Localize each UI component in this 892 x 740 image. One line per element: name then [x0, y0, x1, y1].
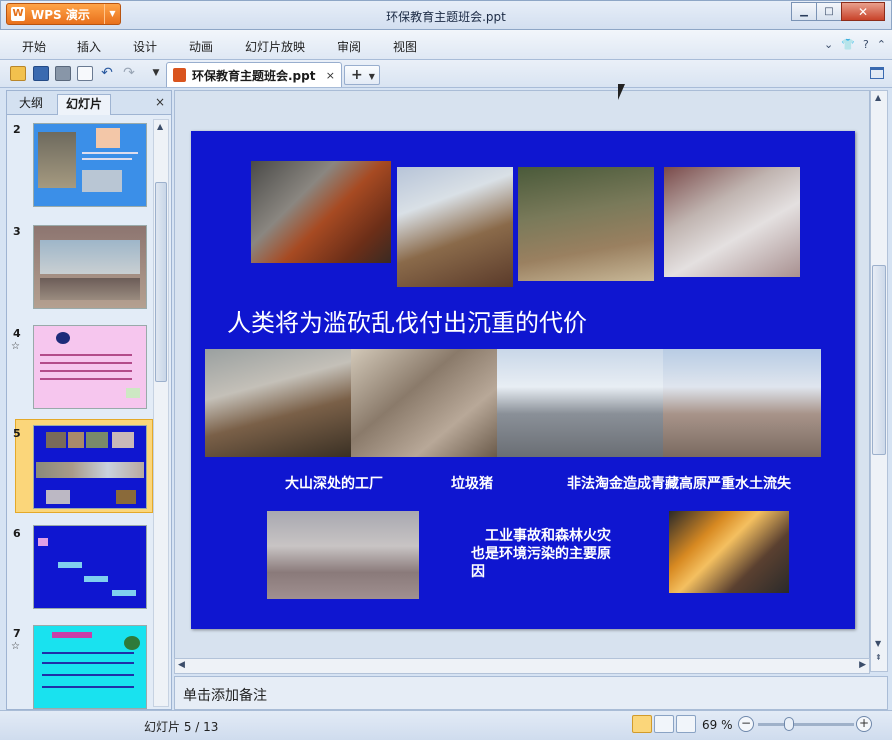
window-title: 环保教育主题班会.ppt — [386, 10, 506, 24]
menu-right-icons: ⌄ 👕 ? ⌃ — [824, 38, 886, 51]
caption-accident: 工业事故和森林火灾也是环境污染的主要原因 — [471, 528, 611, 580]
scroll-up-icon[interactable]: ▲ — [157, 122, 163, 131]
thumbnail-number: 7 — [13, 627, 21, 640]
slide-thumbnail-2[interactable] — [33, 123, 147, 207]
zoom-in-button[interactable]: + — [856, 716, 872, 732]
prev-slide-icon[interactable]: ⇞ — [875, 653, 882, 662]
slide-thumbnail-3[interactable] — [33, 225, 147, 309]
undo-icon[interactable]: ↶ — [99, 66, 115, 81]
current-slide[interactable]: 人类将为滥砍乱伐付出沉重的代价 大山深处的工厂 垃圾猪 非法淘金造成青藏高原严重… — [191, 131, 855, 629]
thumbnail-number: 6 — [13, 527, 21, 540]
ribbon-toggle-icon[interactable]: ⌃ — [877, 38, 886, 51]
print-preview-icon[interactable] — [77, 66, 93, 81]
ppt-file-icon — [173, 68, 186, 82]
new-tab-button[interactable]: + ▼ — [344, 65, 380, 85]
caption-pig: 垃圾猪 — [451, 476, 493, 492]
scroll-left-icon[interactable]: ◀ — [178, 660, 185, 670]
photo-plateau-erosion — [663, 349, 821, 457]
photo-factory-smoke — [205, 349, 351, 457]
menu-animation[interactable]: 动画 — [189, 38, 213, 55]
menu-insert[interactable]: 插入 — [77, 38, 101, 55]
toolbar-more-icon[interactable]: ▼ — [148, 66, 164, 81]
menu-view[interactable]: 视图 — [393, 38, 417, 55]
title-bar: W WPS 演示 ▼ 环保教育主题班会.ppt ▁ □ ✕ — [0, 0, 892, 30]
redo-icon[interactable]: ↷ — [121, 66, 137, 81]
photo-woman-clearcut — [397, 167, 513, 287]
photo-snow-workers — [664, 167, 800, 277]
menu-review[interactable]: 审阅 — [337, 38, 361, 55]
window-controls: ▁ □ ✕ — [791, 2, 885, 21]
thumbnail-number: 2 — [13, 123, 21, 136]
normal-view-button[interactable] — [632, 715, 652, 733]
photo-oil-fire — [251, 161, 391, 263]
scroll-down-icon[interactable]: ▼ — [875, 639, 881, 648]
tab-outline[interactable]: 大纲 — [11, 94, 51, 115]
save-icon[interactable] — [33, 66, 49, 81]
chevron-down-icon: ▼ — [368, 72, 375, 81]
panel-close-icon[interactable]: × — [155, 95, 165, 109]
slideshow-view-button[interactable] — [676, 715, 696, 733]
menu-bar: 开始 插入 设计 动画 幻灯片放映 审阅 视图 ⌄ 👕 ? ⌃ — [0, 30, 892, 60]
zoom-slider-knob[interactable] — [784, 717, 794, 731]
document-tab-close-icon[interactable]: × — [326, 69, 335, 82]
slide-thumbnail-6[interactable] — [33, 525, 147, 609]
mouse-cursor-icon — [618, 84, 625, 100]
scroll-right-icon[interactable]: ▶ — [859, 660, 866, 670]
skin-icon[interactable]: 👕 — [841, 38, 855, 51]
caption-factory: 大山深处的工厂 — [285, 476, 383, 492]
photo-garbage-pigs — [351, 349, 497, 457]
panel-tabs: 大纲 幻灯片 × — [7, 91, 171, 115]
close-button[interactable]: ✕ — [841, 2, 885, 21]
quick-toolbar: ↶ ↷ ▼ 环保教育主题班会.ppt × + ▼ — [0, 60, 892, 88]
panel-scrollbar[interactable]: ▲ — [153, 119, 169, 707]
print-icon[interactable] — [55, 66, 71, 81]
window-layout-icon[interactable] — [870, 67, 884, 79]
slide-thumbnail-7[interactable] — [33, 625, 147, 709]
document-tab[interactable]: 环保教育主题班会.ppt × — [166, 62, 342, 87]
slide-panel: 大纲 幻灯片 × 2 3 4 ☆ 5 6 7 ☆ ▲ — [6, 90, 172, 710]
caption-mining: 非法淘金造成青藏高原严重水土流失 — [567, 476, 791, 492]
slide-heading: 人类将为滥砍乱伐付出沉重的代价 — [227, 309, 587, 337]
menu-home[interactable]: 开始 — [22, 38, 46, 55]
workspace-vertical-scrollbar[interactable]: ▲ ▼ ⇞ — [870, 90, 888, 672]
menu-design[interactable]: 设计 — [133, 38, 157, 55]
zoom-level: 69 % — [702, 718, 733, 732]
menu-slideshow[interactable]: 幻灯片放映 — [245, 38, 305, 55]
maximize-button[interactable]: □ — [816, 2, 842, 21]
slide-thumbnail-4[interactable] — [33, 325, 147, 409]
chevron-down-icon[interactable]: ⌄ — [824, 38, 833, 51]
photo-forest-fire — [267, 511, 419, 599]
new-tab-label: + — [351, 67, 363, 83]
slide-sorter-view-button[interactable] — [654, 715, 674, 733]
panel-scroll-thumb[interactable] — [155, 182, 167, 382]
status-bar: 幻灯片 5 / 13 69 % − + — [0, 710, 892, 740]
photo-plateau-mountains — [497, 349, 663, 457]
thumbnail-number: 3 — [13, 225, 21, 238]
notes-placeholder: 单击添加备注 — [183, 688, 267, 704]
animation-star-icon: ☆ — [11, 641, 20, 652]
thumbnail-number: 5 — [13, 427, 21, 440]
notes-pane[interactable]: 单击添加备注 — [174, 676, 888, 710]
scroll-up-icon[interactable]: ▲ — [875, 93, 881, 102]
tab-slides[interactable]: 幻灯片 — [57, 94, 112, 115]
photo-logs — [518, 167, 654, 281]
workspace-scroll-thumb[interactable] — [872, 265, 886, 455]
animation-star-icon: ☆ — [11, 341, 20, 352]
minimize-button[interactable]: ▁ — [791, 2, 817, 21]
zoom-slider-track[interactable] — [758, 723, 854, 726]
workspace-horizontal-scrollbar[interactable]: ◀ ▶ — [174, 658, 870, 674]
slide-indicator: 幻灯片 5 / 13 — [144, 720, 219, 734]
zoom-out-button[interactable]: − — [738, 716, 754, 732]
slide-thumbnail-5[interactable] — [33, 425, 147, 509]
photo-industrial-fire — [669, 511, 789, 593]
open-folder-icon[interactable] — [10, 66, 26, 81]
slide-workspace: 人类将为滥砍乱伐付出沉重的代价 大山深处的工厂 垃圾猪 非法淘金造成青藏高原严重… — [174, 90, 870, 660]
thumbnail-number: 4 — [13, 327, 21, 340]
document-tab-label: 环保教育主题班会.ppt — [192, 68, 316, 83]
help-icon[interactable]: ? — [863, 38, 869, 51]
